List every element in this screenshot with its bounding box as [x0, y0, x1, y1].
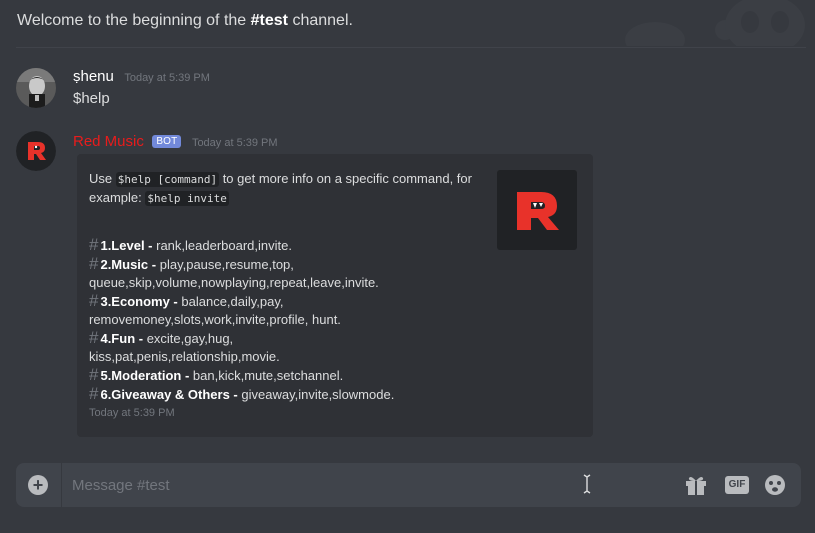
category-label: 4.Fun -: [100, 331, 147, 346]
channel-name: #test: [250, 12, 288, 29]
hashtag-icon: #: [89, 384, 99, 403]
composer-divider: [61, 463, 62, 507]
message-header: Red Music BOT Today at 5:39 PM: [73, 133, 278, 151]
category-commands: excite,gay,hug,: [146, 331, 234, 346]
help-command-code: $help [command]: [115, 172, 220, 187]
embed-desc-text: Use: [89, 171, 116, 186]
category-label: 3.Economy -: [100, 294, 182, 309]
message-timestamp: Today at 5:39 PM: [191, 137, 278, 149]
category-label: 1.Level -: [100, 238, 157, 253]
hashtag-icon: #: [89, 365, 99, 384]
command-list: #1.Level - rank,leaderboard,invite. #2.M…: [89, 236, 499, 404]
category-commands: ban,kick,mute,setchannel.: [192, 368, 344, 383]
message-input[interactable]: [72, 473, 572, 497]
plus-circle-icon[interactable]: +: [28, 475, 48, 495]
welcome-prefix: Welcome to the beginning of the: [17, 12, 251, 29]
hashtag-icon: #: [89, 291, 99, 310]
message-content: $help: [73, 90, 110, 107]
category-commands: giveaway,invite,slowmode.: [241, 387, 395, 402]
command-category-row: #1.Level - rank,leaderboard,invite.: [89, 236, 499, 255]
category-commands: queue,skip,volume,nowplaying,repeat,leav…: [89, 275, 379, 290]
user-avatar[interactable]: [16, 68, 56, 108]
message-composer: + GIF: [16, 463, 801, 507]
embed-thumbnail[interactable]: [497, 170, 577, 250]
category-commands: rank,leaderboard,invite.: [156, 238, 292, 253]
command-category-row: #3.Economy - balance,daily,pay, removemon…: [89, 292, 499, 329]
emoji-icon[interactable]: [764, 474, 786, 496]
message-header: ṣhenu Today at 5:39 PM: [73, 68, 210, 86]
command-category-row: #4.Fun - excite,gay,hug, kiss,pat,penis,r…: [89, 329, 499, 366]
gift-icon[interactable]: [685, 475, 707, 495]
help-embed: Use $help [command] to get more info on …: [77, 154, 593, 437]
hashtag-icon: #: [89, 328, 99, 347]
category-label: 5.Moderation -: [100, 368, 193, 383]
category-label: 2.Music -: [100, 257, 160, 272]
category-commands: removemoney,slots,work,invite,profile, h…: [89, 312, 341, 327]
hashtag-icon: #: [89, 254, 99, 273]
chat-area: Welcome to the beginning of the #test ch…: [0, 0, 815, 533]
category-commands: play,pause,resume,top,: [159, 257, 294, 272]
category-commands: balance,daily,pay,: [181, 294, 284, 309]
category-label: 6.Giveaway & Others -: [100, 387, 242, 402]
username[interactable]: Red Music: [73, 133, 144, 150]
gif-button[interactable]: GIF: [725, 476, 749, 494]
help-invite-code: $help invite: [145, 191, 229, 206]
embed-footer-timestamp: Today at 5:39 PM: [89, 407, 175, 419]
bot-avatar[interactable]: [16, 131, 56, 171]
channel-welcome-text: Welcome to the beginning of the #test ch…: [17, 12, 353, 30]
category-commands: kiss,pat,penis,relationship,movie.: [89, 349, 280, 364]
bot-badge: BOT: [152, 135, 182, 148]
hashtag-icon: #: [89, 235, 99, 254]
embed-description: Use $help [command] to get more info on …: [89, 170, 487, 208]
command-category-row: #2.Music - play,pause,resume,top, queue,s…: [89, 255, 499, 292]
welcome-decoration: [575, 0, 815, 46]
welcome-suffix: channel.: [288, 12, 353, 29]
command-category-row: #6.Giveaway & Others - giveaway,invite,s…: [89, 385, 499, 404]
command-category-row: #5.Moderation - ban,kick,mute,setchannel…: [89, 366, 499, 385]
username[interactable]: ṣhenu: [73, 68, 114, 85]
message-timestamp: Today at 5:39 PM: [124, 72, 210, 84]
text-cursor-icon: [583, 474, 591, 494]
welcome-divider: [16, 47, 806, 48]
